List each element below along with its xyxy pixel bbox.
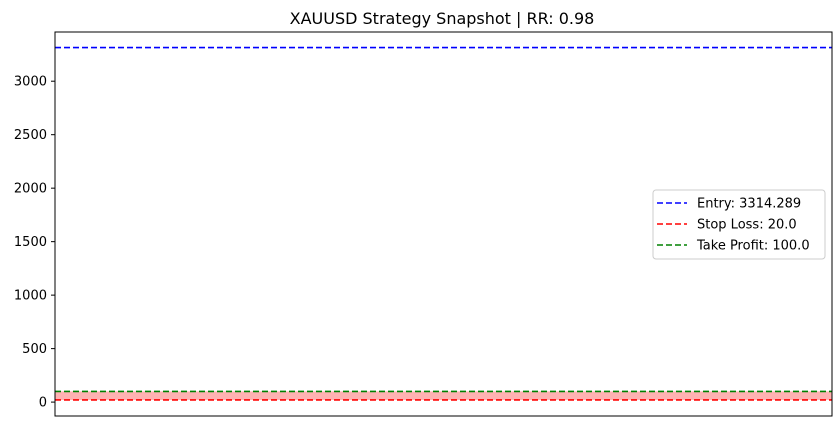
y-tick-label-6: 3000 bbox=[14, 75, 47, 90]
y-tick-label-2: 1000 bbox=[14, 289, 47, 304]
y-tick-label-3: 1500 bbox=[14, 235, 47, 250]
chart-canvas: XAUUSD Strategy Snapshot | RR: 0.98 0 500… bbox=[14, 9, 833, 417]
y-tick-label-1: 500 bbox=[22, 342, 47, 357]
shaded-band-0 bbox=[55, 391, 832, 400]
legend-label-0: Entry: 3314.289 bbox=[697, 197, 801, 212]
y-tick-label-5: 2500 bbox=[14, 128, 47, 143]
y-tick-label-4: 2000 bbox=[14, 182, 47, 197]
legend-label-1: Stop Loss: 20.0 bbox=[697, 218, 797, 233]
legend-label-2: Take Profit: 100.0 bbox=[696, 239, 810, 254]
legend: Entry: 3314.289 Stop Loss: 20.0 Take Profi… bbox=[652, 189, 826, 260]
chart-title: XAUUSD Strategy Snapshot | RR: 0.98 bbox=[290, 9, 595, 28]
y-tick-label-0: 0 bbox=[39, 396, 47, 411]
